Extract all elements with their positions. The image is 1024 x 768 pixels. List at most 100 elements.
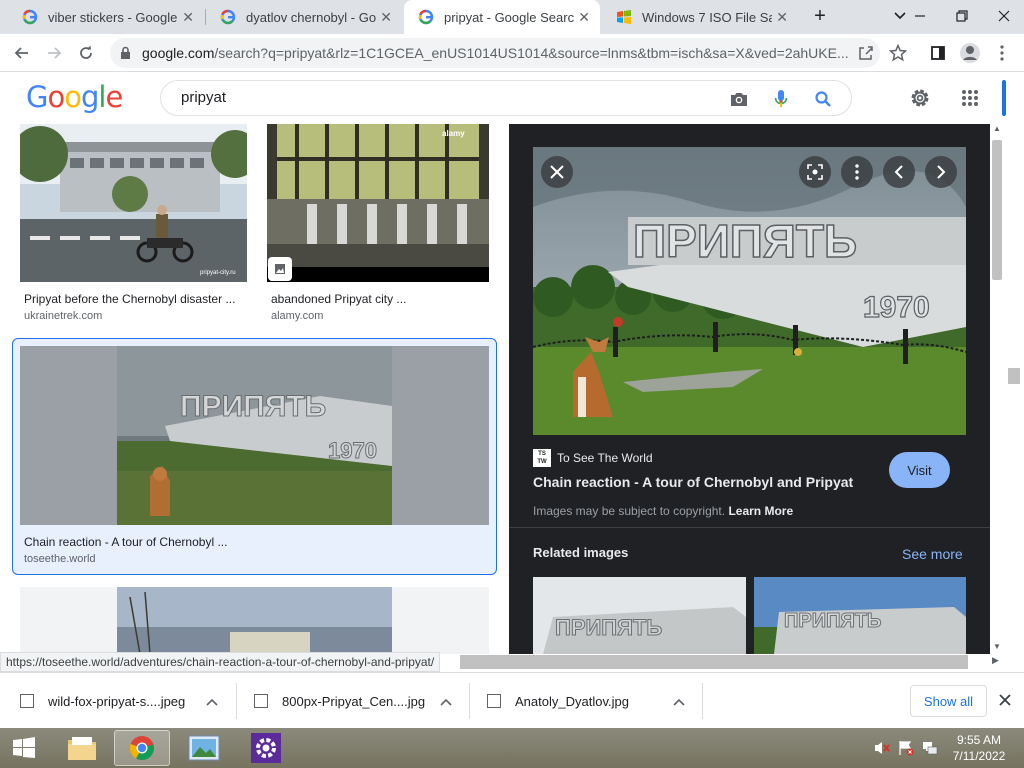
scroll-down-arrow-icon[interactable]: ▼: [992, 642, 1002, 654]
page-scrollbar[interactable]: ▲ ▼: [990, 124, 1024, 654]
preview-image[interactable]: ПРИПЯТЬ 1970: [533, 147, 966, 435]
image-file-icon: [254, 694, 268, 708]
page-scrollbar-thumb[interactable]: [1008, 368, 1020, 384]
image-badge-icon: [268, 257, 292, 281]
close-tab-icon[interactable]: ✕: [182, 9, 194, 26]
sign-letters-large: ПРИПЯТЬ: [633, 215, 857, 267]
chevron-up-icon[interactable]: [206, 695, 218, 709]
profile-accent-bar: [1002, 80, 1006, 116]
more-options-button[interactable]: [841, 156, 873, 188]
tab-title: dyatlov chernobyl - Goog: [246, 9, 376, 25]
results-scrollbar-thumb[interactable]: [992, 140, 1002, 280]
learn-more-link[interactable]: Learn More: [728, 504, 793, 518]
previous-image-button[interactable]: [883, 156, 915, 188]
tab-pripyat[interactable]: pripyat - Google Search ✕: [404, 0, 600, 34]
lens-search-button[interactable]: [799, 156, 831, 188]
image-file-icon: [487, 694, 501, 708]
chevron-up-icon[interactable]: [440, 695, 452, 709]
result-thumbnail-abandoned-pripyat[interactable]: alamy: [267, 124, 489, 282]
visit-button[interactable]: Visit: [889, 452, 950, 488]
new-tab-button[interactable]: +: [800, 0, 840, 32]
preview-title[interactable]: Chain reaction - A tour of Chernobyl and…: [533, 474, 853, 490]
image-preview-panel: ПРИПЯТЬ 1970 TS TW To See The World Chai…: [509, 124, 990, 654]
browser-toolbar: google.com/search?q=pripyat&rlz=1C1GCEA_…: [0, 34, 1024, 72]
result-thumbnail-partial[interactable]: [20, 587, 489, 654]
side-panel-icon[interactable]: [924, 39, 952, 67]
restore-button[interactable]: [942, 0, 982, 32]
panel-divider: [509, 527, 990, 528]
close-tab-icon[interactable]: ✕: [776, 9, 788, 26]
address-bar[interactable]: google.com/search?q=pripyat&rlz=1C1GCEA_…: [110, 38, 880, 68]
browser-menu-icon[interactable]: [988, 39, 1016, 67]
camera-icon[interactable]: [728, 88, 750, 110]
scroll-up-arrow-icon[interactable]: ▲: [992, 124, 1002, 136]
clock-date[interactable]: 7/11/2022: [944, 749, 1014, 763]
site-name[interactable]: To See The World: [557, 451, 653, 465]
related-image-1[interactable]: ПРИПЯТЬ: [533, 577, 746, 654]
result-thumbnail-pripyat-before[interactable]: pripyat-city.ru: [20, 124, 247, 282]
download-filename: Anatoly_Dyatlov.jpg: [515, 693, 629, 709]
tab-dyatlov-chernobyl[interactable]: dyatlov chernobyl - Goog ✕: [206, 0, 402, 34]
result-caption[interactable]: Pripyat before the Chernobyl disaster ..…: [24, 292, 235, 306]
back-button[interactable]: [8, 39, 36, 67]
download-item[interactable]: 800px-Pripyat_Cen....jpg: [254, 681, 466, 721]
scroll-right-arrow-icon[interactable]: ▶: [992, 655, 999, 666]
profile-avatar-icon[interactable]: [956, 39, 984, 67]
next-image-button[interactable]: [925, 156, 957, 188]
minimize-button[interactable]: [900, 0, 940, 32]
result-caption[interactable]: Chain reaction - A tour of Chernobyl ...: [24, 535, 227, 549]
google-logo[interactable]: Google: [26, 80, 123, 114]
close-tab-icon[interactable]: ✕: [380, 9, 392, 26]
download-divider: [236, 683, 237, 719]
photo-viewer-icon[interactable]: [176, 730, 232, 766]
download-divider: [702, 683, 703, 719]
show-all-button[interactable]: Show all: [910, 685, 987, 717]
reload-button[interactable]: [72, 39, 100, 67]
file-explorer-icon[interactable]: [54, 730, 110, 766]
close-tab-icon[interactable]: ✕: [578, 9, 590, 26]
close-preview-button[interactable]: [541, 156, 573, 188]
settings-gear-icon[interactable]: [906, 84, 934, 112]
chevron-up-icon[interactable]: [673, 695, 685, 709]
download-item[interactable]: Anatoly_Dyatlov.jpg: [487, 681, 699, 721]
action-center-flag-icon[interactable]: [898, 740, 914, 761]
tab-viber-stickers[interactable]: viber stickers - Google Se ✕: [8, 0, 204, 34]
network-icon[interactable]: [922, 740, 938, 761]
tab-strip: viber stickers - Google Se ✕ dyatlov che…: [0, 0, 1024, 34]
share-icon[interactable]: [852, 39, 880, 67]
related-images-heading: Related images: [533, 545, 629, 560]
link-status-bubble: https://toseethe.world/adventures/chain-…: [0, 652, 441, 672]
watermark-alamy: alamy: [442, 129, 465, 138]
download-item[interactable]: wild-fox-pripyat-s....jpeg: [20, 681, 232, 721]
start-button[interactable]: [0, 730, 48, 766]
result-source[interactable]: alamy.com: [271, 310, 323, 322]
microphone-icon[interactable]: [770, 88, 792, 110]
windows-flag-icon: [616, 9, 632, 25]
chrome-taskbar-icon[interactable]: [114, 730, 170, 766]
downloads-shelf: wild-fox-pripyat-s....jpeg 800px-Pripyat…: [0, 672, 1024, 728]
selected-result-card[interactable]: ПРИПЯТЬ 1970 Chain reaction - A tour of …: [12, 338, 497, 575]
tab-windows7-iso[interactable]: Windows 7 ISO File Safe ✕: [602, 0, 798, 34]
related-image-2[interactable]: ПРИПЯТЬ: [754, 577, 966, 654]
tab-title: pripyat - Google Search: [444, 9, 574, 25]
result-thumbnail-chain-reaction[interactable]: ПРИПЯТЬ 1970: [20, 346, 489, 525]
settings-app-icon[interactable]: [238, 730, 294, 766]
bookmark-star-icon[interactable]: [884, 39, 912, 67]
google-g-icon: [22, 9, 38, 25]
speaker-muted-icon[interactable]: [874, 740, 890, 761]
clock-time[interactable]: 9:55 AM: [944, 733, 1014, 747]
horizontal-scrollbar-thumb[interactable]: [460, 655, 968, 669]
search-icon[interactable]: [812, 88, 834, 110]
copyright-notice: Images may be subject to copyright. Lear…: [533, 504, 793, 518]
see-more-link[interactable]: See more: [902, 546, 963, 562]
result-source[interactable]: toseethe.world: [24, 553, 96, 565]
tab-title: viber stickers - Google Se: [48, 9, 178, 25]
forward-button[interactable]: [40, 39, 68, 67]
url-path: /search?q=pripyat&rlz=1C1GCEA_enUS1014US…: [214, 45, 849, 61]
result-caption[interactable]: abandoned Pripyat city ...: [271, 292, 406, 306]
close-shelf-icon[interactable]: [999, 693, 1011, 711]
result-source[interactable]: ukrainetrek.com: [24, 310, 102, 322]
apps-grid-icon[interactable]: [956, 84, 984, 112]
close-window-button[interactable]: [984, 0, 1024, 32]
sign-year-large: 1970: [863, 291, 930, 324]
